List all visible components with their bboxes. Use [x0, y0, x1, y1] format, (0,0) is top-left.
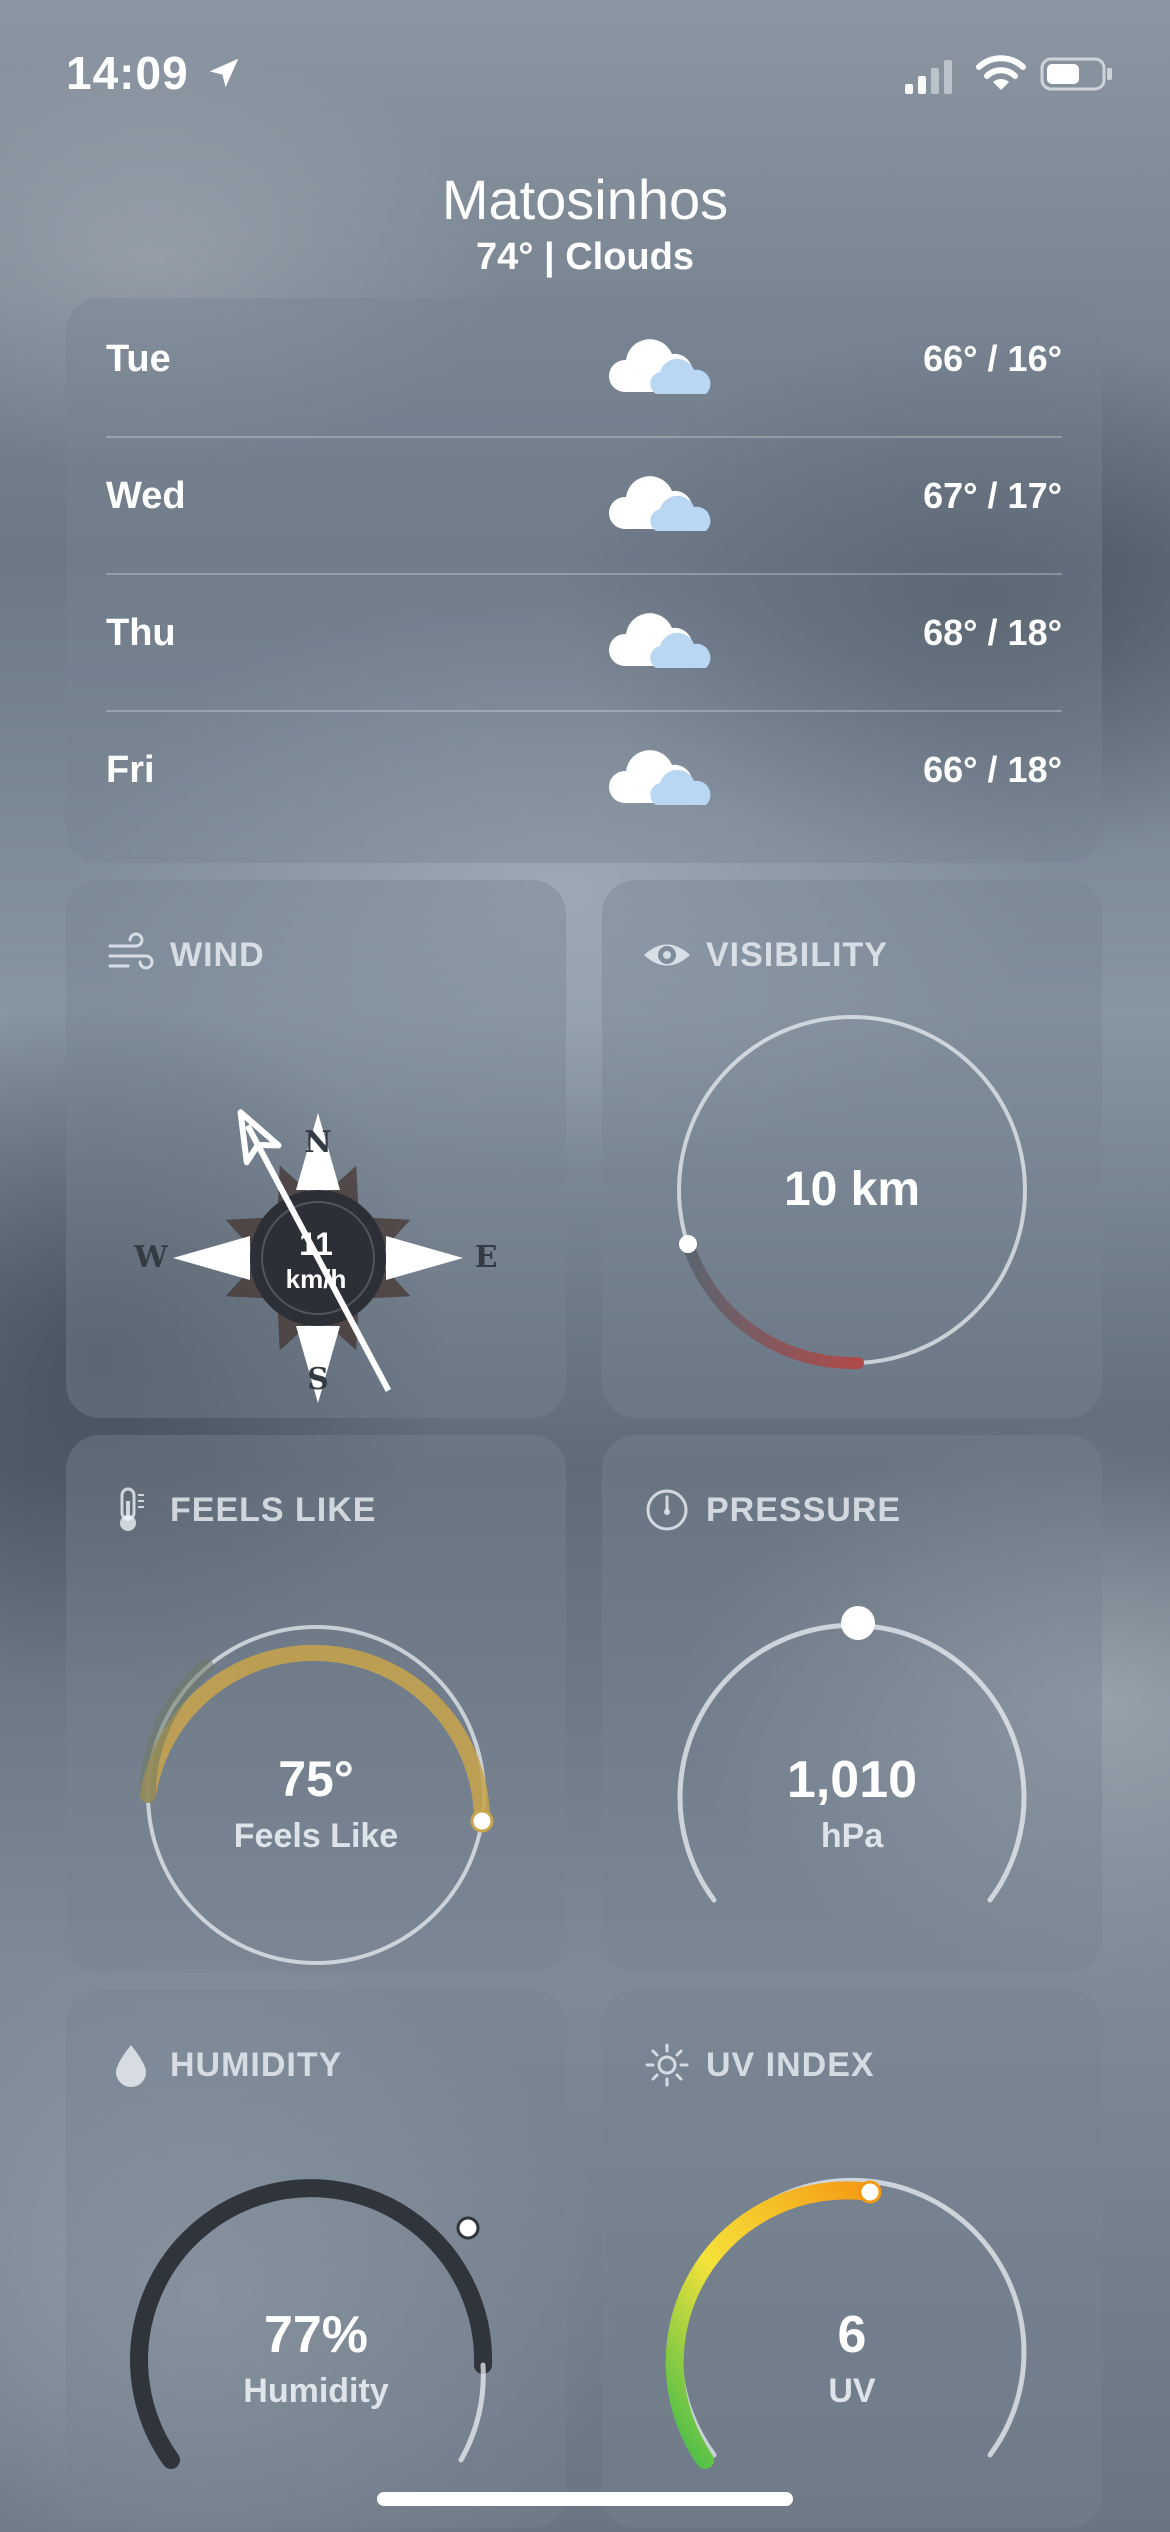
wind-tile[interactable]: WIND N S W E 11 km/h: [66, 880, 566, 1418]
feels-like-label-text: FEELS LIKE: [170, 1490, 377, 1529]
pressure-value: 1,010: [786, 1751, 918, 1809]
pressure-label-text: PRESSURE: [706, 1490, 902, 1529]
uv-index-caption: UV: [828, 2372, 876, 2410]
forecast-row[interactable]: Tue 66° / 16°: [106, 298, 1062, 435]
forecast-temps: 67° / 17°: [923, 475, 1062, 516]
forecast-card: Tue 66° / 16° Wed 67° / 17° Thu 68° / 18° Fri 6…: [66, 298, 1102, 863]
feels-like-value: 75°: [278, 1751, 354, 1807]
forecast-row[interactable]: Fri 66° / 18°: [106, 709, 1062, 846]
home-indicator[interactable]: [377, 2492, 793, 2506]
forecast-day: Fri: [106, 749, 155, 791]
wind-speed-unit: km/h: [285, 1264, 347, 1294]
visibility-label: VISIBILITY: [642, 930, 888, 980]
droplet-icon: [116, 2045, 146, 2087]
uv-index-gauge: 6 UV: [602, 2100, 1102, 2528]
status-time: 14:09: [66, 47, 189, 99]
feels-like-tile[interactable]: FEELS LIKE 75° Feels Like: [66, 1435, 566, 1973]
visibility-tile[interactable]: VISIBILITY 10 km: [602, 880, 1102, 1418]
humidity-caption: Humidity: [243, 2372, 389, 2410]
uv-index-value: 6: [837, 2306, 867, 2364]
visibility-gauge: 10 km: [602, 990, 1102, 1418]
wind-speed: 11: [299, 1226, 333, 1262]
compass-south: S: [307, 1362, 329, 1397]
location-arrow-icon: [209, 58, 239, 88]
humidity-tile[interactable]: HUMIDITY 77% Humidity: [66, 1990, 566, 2528]
forecast-day: Wed: [106, 475, 186, 517]
forecast-row[interactable]: Wed 67° / 17°: [106, 435, 1062, 572]
compass-rose: [173, 1109, 463, 1403]
pressure-tile[interactable]: PRESSURE 1,010 hPa: [602, 1435, 1102, 1973]
wind-label: WIND: [106, 930, 265, 980]
feels-like-caption: Feels Like: [233, 1817, 399, 1855]
humidity-gauge: 77% Humidity: [66, 2100, 566, 2528]
gauge-icon: [646, 1489, 688, 1531]
uv-index-label: UV INDEX: [642, 2040, 875, 2090]
pressure-label: PRESSURE: [642, 1485, 901, 1535]
feels-like-gauge: 75° Feels Like: [66, 1545, 566, 1973]
forecast-day: Thu: [106, 612, 176, 654]
city-name: Matosinhos: [441, 168, 729, 231]
sun-icon: [645, 2043, 689, 2087]
thermometer-icon: [120, 1487, 144, 1531]
pressure-unit: hPa: [820, 1817, 884, 1855]
battery-icon: [1040, 57, 1112, 91]
cloud-icon: [608, 613, 711, 668]
uv-index-tile[interactable]: UV INDEX 6 UV: [602, 1990, 1102, 2528]
pressure-gauge: 1,010 hPa: [602, 1545, 1102, 1973]
forecast-day: Tue: [106, 338, 171, 380]
location-header: Matosinhos 74° | Clouds: [0, 165, 1170, 279]
status-bar: 14:09: [0, 0, 1170, 150]
wind-compass: N S W E 11 km/h: [66, 990, 566, 1418]
wind-label-text: WIND: [170, 935, 265, 974]
humidity-label-text: HUMIDITY: [170, 2045, 343, 2084]
uv-index-label-text: UV INDEX: [706, 2045, 875, 2084]
humidity-value: 77%: [263, 2306, 369, 2364]
visibility-label-text: VISIBILITY: [706, 935, 888, 974]
visibility-value: 10 km: [783, 1163, 921, 1216]
compass-north: N: [304, 1125, 332, 1160]
cloud-icon: [608, 339, 711, 394]
humidity-label: HUMIDITY: [106, 2040, 342, 2090]
eye-icon: [644, 944, 690, 966]
wifi-icon: [976, 55, 1026, 90]
cloud-icon: [608, 476, 711, 531]
feels-like-label: FEELS LIKE: [106, 1485, 376, 1535]
forecast-temps: 68° / 18°: [923, 612, 1062, 653]
wind-icon: [108, 932, 154, 970]
forecast-temps: 66° / 16°: [923, 338, 1062, 379]
forecast-temps: 66° / 18°: [923, 749, 1062, 790]
cellular-signal-icon: [905, 60, 952, 94]
current-conditions: 74° | Clouds: [476, 236, 694, 278]
cloud-icon: [608, 750, 711, 805]
forecast-row[interactable]: Thu 68° / 18°: [106, 572, 1062, 709]
